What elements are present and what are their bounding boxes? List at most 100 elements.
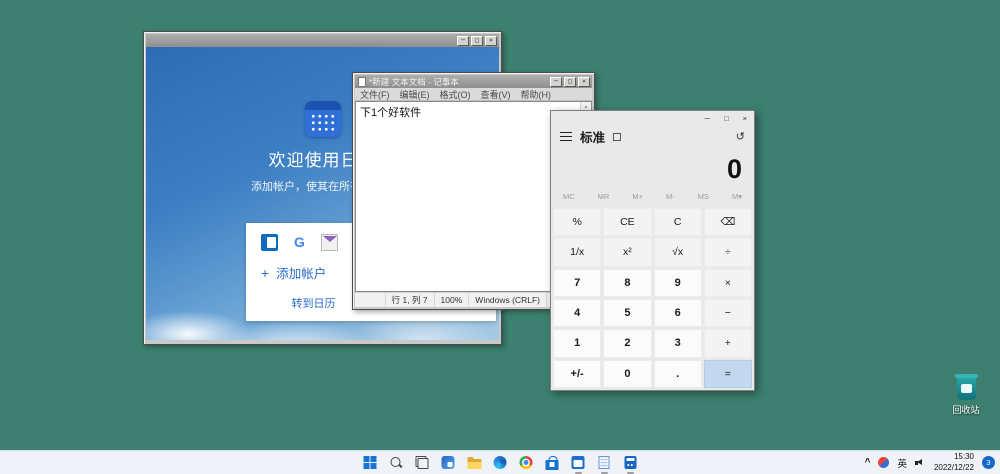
recycle-bin[interactable]: 回收站 <box>942 377 990 416</box>
key-1[interactable]: 1 <box>553 329 601 357</box>
key-multiply[interactable]: × <box>704 269 752 297</box>
memory-recall-button[interactable]: MR <box>598 192 610 201</box>
calendar-icon <box>572 456 585 469</box>
calculator-icon <box>624 456 636 469</box>
key-square-root[interactable]: √x <box>654 238 702 266</box>
notepad-menubar: 文件(F) 编辑(E) 格式(O) 查看(V) 帮助(H) <box>355 88 592 101</box>
key-7[interactable]: 7 <box>553 269 601 297</box>
memory-buttons-row: MC MR M+ M- MS M▾ <box>551 187 754 206</box>
search-button[interactable] <box>386 451 407 474</box>
outlook-icon[interactable] <box>261 234 278 251</box>
history-icon[interactable]: ↺ <box>736 130 745 143</box>
calculator-keypad: % CE C ⌫ 1/x x² √x ÷ 7 8 9 × 4 5 6 − 1 2… <box>551 206 754 390</box>
chrome-icon <box>520 456 533 469</box>
status-cursor-position: 行 1, 列 7 <box>385 293 434 307</box>
menu-file[interactable]: 文件(F) <box>355 88 395 101</box>
notification-badge[interactable]: 3 <box>982 456 995 469</box>
key-5[interactable]: 5 <box>603 299 651 327</box>
key-square[interactable]: x² <box>603 238 651 266</box>
hidden-icons-chevron[interactable]: ^ <box>865 457 871 468</box>
key-clear[interactable]: C <box>654 208 702 236</box>
edge-icon <box>494 456 507 469</box>
language-indicator[interactable]: 英 <box>897 456 907 470</box>
calendar-app-icon <box>305 101 341 137</box>
chrome-button[interactable] <box>516 451 537 474</box>
key-clear-entry[interactable]: CE <box>603 208 651 236</box>
tray-date: 2022/12/22 <box>934 463 974 474</box>
menu-icon[interactable] <box>560 132 572 141</box>
memory-add-button[interactable]: M+ <box>632 192 643 201</box>
running-indicator <box>627 472 634 474</box>
calculator-window: ─ □ × 标准 ↺ 0 MC MR M+ M- MS M▾ % CE C ⌫ … <box>550 110 755 391</box>
store-icon <box>546 460 559 470</box>
key-divide[interactable]: ÷ <box>704 238 752 266</box>
tray-app-icon[interactable] <box>878 457 889 468</box>
task-view-button[interactable] <box>412 451 433 474</box>
widgets-button[interactable] <box>438 451 459 474</box>
maximize-button[interactable]: □ <box>564 77 576 87</box>
email-provider-icon[interactable] <box>321 234 338 251</box>
calendar-titlebar[interactable]: ─ □ × <box>146 34 499 47</box>
memory-clear-button[interactable]: MC <box>563 192 575 201</box>
store-button[interactable] <box>542 451 563 474</box>
key-decimal[interactable]: . <box>654 360 702 388</box>
key-8[interactable]: 8 <box>603 269 651 297</box>
notepad-title-text: *新建 文本文档 - 记事本 <box>369 76 547 88</box>
edge-button[interactable] <box>490 451 511 474</box>
add-account-label: 添加帐户 <box>276 263 326 282</box>
minimize-button[interactable]: ─ <box>698 114 717 123</box>
key-4[interactable]: 4 <box>553 299 601 327</box>
key-3[interactable]: 3 <box>654 329 702 357</box>
close-button[interactable]: × <box>736 114 754 123</box>
key-backspace[interactable]: ⌫ <box>704 208 752 236</box>
system-tray: ^ 英 15:30 2022/12/22 3 <box>865 451 1000 474</box>
volume-icon[interactable] <box>915 457 926 468</box>
memory-dropdown-button[interactable]: M▾ <box>732 192 742 201</box>
clock[interactable]: 15:30 2022/12/22 <box>934 452 974 474</box>
memory-subtract-button[interactable]: M- <box>666 192 675 201</box>
folder-icon <box>467 459 481 469</box>
maximize-button[interactable]: □ <box>471 36 483 46</box>
key-9[interactable]: 9 <box>654 269 702 297</box>
memory-store-button[interactable]: MS <box>698 192 709 201</box>
file-explorer-button[interactable] <box>464 451 485 474</box>
notepad-app-button[interactable] <box>594 451 615 474</box>
calculator-display: 0 <box>551 148 754 187</box>
minimize-button[interactable]: ─ <box>550 77 562 87</box>
running-indicator <box>575 472 582 474</box>
taskbar-center-icons <box>360 451 641 474</box>
keep-on-top-icon[interactable] <box>613 133 621 141</box>
key-2[interactable]: 2 <box>603 329 651 357</box>
menu-help[interactable]: 帮助(H) <box>516 88 557 101</box>
calculator-header: 标准 ↺ <box>551 126 754 148</box>
close-button[interactable]: × <box>485 36 497 46</box>
close-button[interactable]: × <box>578 77 590 87</box>
menu-format[interactable]: 格式(O) <box>435 88 476 101</box>
menu-view[interactable]: 查看(V) <box>476 88 516 101</box>
key-equals[interactable]: = <box>704 360 752 388</box>
desktop[interactable]: ─ □ × 欢迎使用日历 添加帐户，使其在所有设备上 G + 添加帐户 转到日历 <box>0 0 1000 474</box>
start-button[interactable] <box>360 451 381 474</box>
calendar-app-button[interactable] <box>568 451 589 474</box>
key-minus[interactable]: − <box>704 299 752 327</box>
key-percent[interactable]: % <box>553 208 601 236</box>
running-indicator <box>601 472 608 474</box>
key-0[interactable]: 0 <box>603 360 651 388</box>
maximize-button[interactable]: □ <box>717 114 736 123</box>
calculator-titlebar[interactable]: ─ □ × <box>551 111 754 126</box>
taskbar: ^ 英 15:30 2022/12/22 3 <box>0 450 1000 474</box>
windows-logo-icon <box>364 456 377 469</box>
google-icon[interactable]: G <box>291 234 308 251</box>
key-negate[interactable]: +/- <box>553 360 601 388</box>
notepad-icon <box>358 77 366 87</box>
notepad-titlebar[interactable]: *新建 文本文档 - 记事本 ─ □ × <box>355 75 592 88</box>
recycle-bin-icon <box>957 377 976 400</box>
key-6[interactable]: 6 <box>654 299 702 327</box>
recycle-bin-label: 回收站 <box>942 403 990 416</box>
menu-edit[interactable]: 编辑(E) <box>395 88 435 101</box>
key-plus[interactable]: + <box>704 329 752 357</box>
calculator-app-button[interactable] <box>620 451 641 474</box>
key-reciprocal[interactable]: 1/x <box>553 238 601 266</box>
minimize-button[interactable]: ─ <box>457 36 469 46</box>
widgets-icon <box>442 456 455 469</box>
